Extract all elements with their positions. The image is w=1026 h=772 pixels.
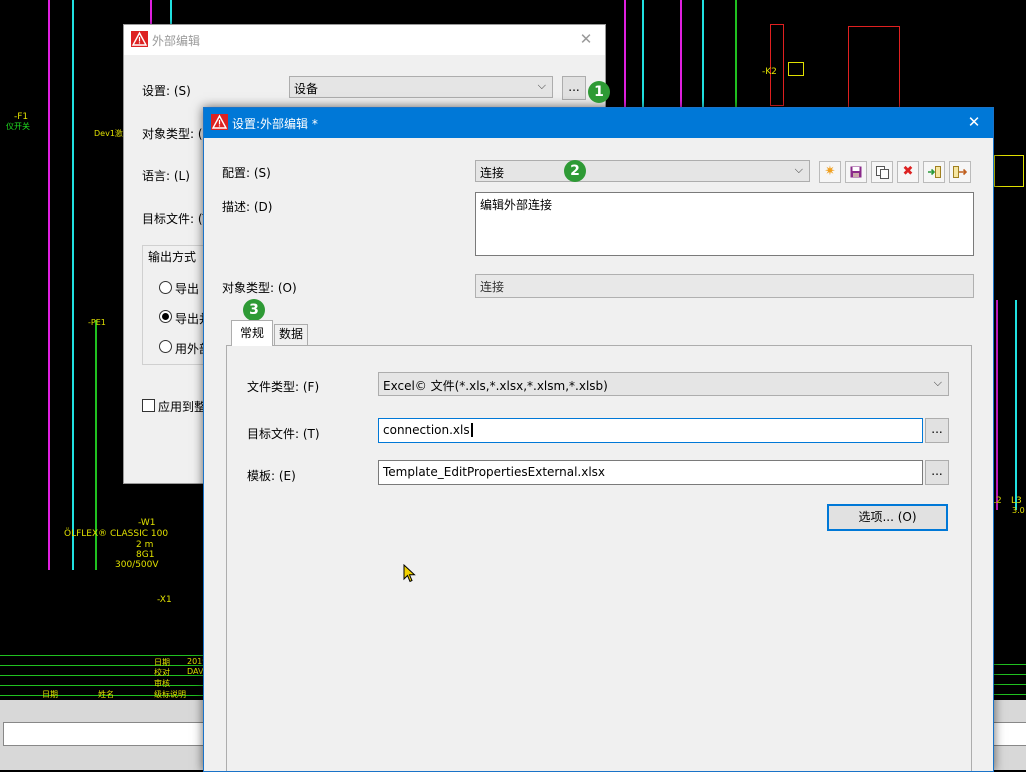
template-label: 模板: (E) xyxy=(247,469,296,483)
radio-export-open[interactable] xyxy=(159,310,172,323)
options-button[interactable]: 选项... (O) xyxy=(827,504,948,531)
object-type-label: 对象类型: (O) xyxy=(222,281,297,295)
cad-frame xyxy=(994,155,1024,187)
callout-badge-3: 3 xyxy=(243,299,265,321)
target-file-label: 目标文件: (T) xyxy=(247,427,320,441)
radio-export[interactable] xyxy=(159,281,172,294)
cad-label: 2 m xyxy=(136,540,154,550)
new-icon[interactable]: ✷ xyxy=(819,161,841,183)
radio-external[interactable] xyxy=(159,340,172,353)
cad-label: -W1 xyxy=(138,518,156,528)
export-icon[interactable] xyxy=(949,161,971,183)
cad-label: ÖLFLEX® CLASSIC 100 xyxy=(64,529,169,539)
object-type-field: 连接 xyxy=(475,274,974,298)
template-input[interactable]: Template_EditPropertiesExternal.xlsx xyxy=(378,460,923,485)
chevron-down-icon: ⌵ xyxy=(537,79,546,92)
template-browse-button[interactable]: ... xyxy=(925,460,949,485)
close-icon[interactable]: ✕ xyxy=(965,113,983,131)
delete-icon[interactable]: ✖ xyxy=(897,161,919,183)
settings-value: 设备 xyxy=(294,82,319,96)
cad-line xyxy=(72,0,74,570)
template-value: Template_EditPropertiesExternal.xlsx xyxy=(383,465,606,479)
cad-status-field[interactable] xyxy=(3,722,205,746)
cad-relay-box xyxy=(770,24,784,106)
tab-data-label: 数据 xyxy=(278,327,303,341)
cad-line xyxy=(735,0,737,107)
target-file-value: connection.xls xyxy=(383,423,473,437)
cad-label: 日期 xyxy=(42,690,58,699)
callout-badge-2: 2 xyxy=(564,160,586,182)
cad-label: 审核 xyxy=(154,679,170,688)
cad-label: 8G1 xyxy=(136,550,155,560)
description-label: 描述: (D) xyxy=(222,200,273,214)
cad-line xyxy=(48,0,50,570)
target-file-browse-button[interactable]: ... xyxy=(925,418,949,443)
warning-app-icon xyxy=(211,114,228,130)
cad-label: L3 xyxy=(1011,496,1022,506)
chevron-down-icon: ⌵ xyxy=(933,376,942,389)
radio-export-label: 导出 xyxy=(175,282,200,296)
cad-line xyxy=(170,0,172,24)
config-select[interactable]: 连接 ⌵ xyxy=(475,160,810,182)
settings-select[interactable]: 设备 ⌵ xyxy=(289,76,553,98)
cad-label: 300/500V xyxy=(115,560,159,570)
cad-label: -PE1 xyxy=(88,318,106,327)
cad-line xyxy=(680,0,682,107)
tab-data[interactable]: 数据 xyxy=(274,324,308,345)
callout-badge-1: 1 xyxy=(588,81,610,103)
apply-label: 应用到整 xyxy=(158,400,207,414)
object-type-label: 对象类型: (O xyxy=(142,127,212,141)
cad-line xyxy=(996,300,998,510)
file-type-value: Excel© 文件(*.xls,*.xlsx,*.xlsm,*.xlsb) xyxy=(383,379,608,393)
cad-line xyxy=(702,0,704,107)
cad-status-field-right[interactable] xyxy=(992,722,1026,746)
file-type-select[interactable]: Excel© 文件(*.xls,*.xlsx,*.xlsm,*.xlsb) ⌵ xyxy=(378,372,949,396)
cad-relay-box xyxy=(848,26,900,108)
dialog-title: 外部编辑 xyxy=(152,34,201,48)
title-bar[interactable]: 设置:外部编辑 * ✕ xyxy=(204,108,993,138)
target-file-input[interactable]: connection.xls xyxy=(378,418,923,443)
cad-coil xyxy=(788,62,804,76)
import-icon[interactable] xyxy=(923,161,945,183)
cad-label: 校对 xyxy=(154,668,170,677)
object-type-value: 连接 xyxy=(480,280,505,294)
settings-label: 设置: (S) xyxy=(142,84,191,98)
target-file-label: 目标文件: (T xyxy=(142,212,210,226)
chevron-down-icon: ⌵ xyxy=(794,163,803,176)
cad-label: 3.0 xyxy=(1012,506,1025,515)
cad-line xyxy=(1015,300,1017,510)
cad-line xyxy=(624,0,626,107)
config-label: 配置: (S) xyxy=(222,166,271,180)
close-icon[interactable]: ✕ xyxy=(577,30,595,48)
save-icon[interactable] xyxy=(845,161,867,183)
copy-icon[interactable] xyxy=(871,161,893,183)
cad-label: -X1 xyxy=(157,595,172,605)
language-label: 语言: (L) xyxy=(142,169,190,183)
tab-general-label: 常规 xyxy=(239,326,264,340)
description-value: 编辑外部连接 xyxy=(480,198,553,212)
tab-panel-general: 文件类型: (F) Excel© 文件(*.xls,*.xlsx,*.xlsm,… xyxy=(226,345,972,771)
cad-line xyxy=(642,0,644,107)
warning-app-icon xyxy=(131,31,148,47)
cad-label: 姓名 xyxy=(98,690,114,699)
settings-external-edit-dialog: 设置:外部编辑 * ✕ 配置: (S) 连接 ⌵ ✷ ✖ 描述: (D) 编辑外… xyxy=(203,107,994,772)
config-value: 连接 xyxy=(480,166,505,180)
description-textarea[interactable]: 编辑外部连接 xyxy=(475,192,974,256)
tab-general[interactable]: 常规 xyxy=(231,320,273,346)
cad-line xyxy=(150,0,152,24)
settings-browse-button[interactable]: ... xyxy=(562,76,586,100)
mouse-cursor-icon xyxy=(403,564,416,583)
title-bar[interactable]: 外部编辑 ✕ xyxy=(124,25,605,55)
cad-label: 级标说明 xyxy=(154,690,186,699)
cad-label: 仪开关 xyxy=(6,122,30,131)
cad-label: -K2 xyxy=(762,67,777,77)
dialog-title: 设置:外部编辑 * xyxy=(232,117,318,131)
file-type-label: 文件类型: (F) xyxy=(247,380,320,394)
output-group-label: 输出方式 xyxy=(148,248,197,265)
cad-title-block-right xyxy=(993,655,1026,697)
apply-checkbox[interactable] xyxy=(142,399,155,412)
